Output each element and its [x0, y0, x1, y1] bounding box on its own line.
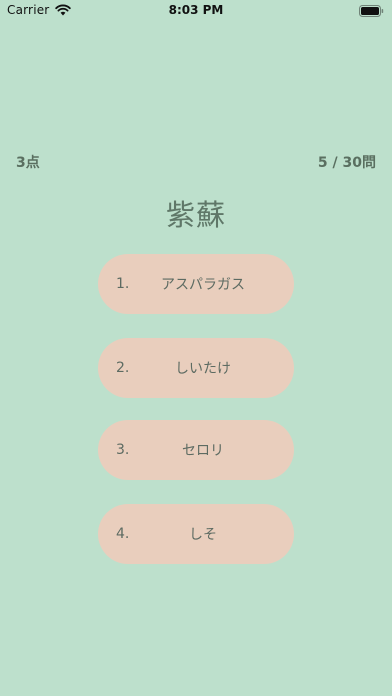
battery-icon: [359, 5, 384, 17]
question-text: 紫蘇: [165, 198, 226, 232]
question-progress: 5 / 30問: [317, 155, 376, 171]
answer-button-4[interactable]: 4. しそ: [98, 504, 294, 564]
answer-button-3[interactable]: 3. セロリ: [98, 420, 294, 480]
answer-number: 4.: [116, 526, 130, 542]
answer-button-2[interactable]: 2. しいたけ: [98, 338, 294, 398]
answer-number: 2.: [116, 360, 130, 376]
answer-button-1[interactable]: 1. アスパラガス: [98, 254, 294, 314]
answer-number: 3.: [116, 442, 130, 458]
status-time: 8:03 PM: [168, 3, 224, 17]
score-label: 3点: [16, 155, 40, 171]
answer-number: 1.: [116, 276, 130, 292]
status-bar: Carrier 8:03 PM: [0, 0, 392, 22]
